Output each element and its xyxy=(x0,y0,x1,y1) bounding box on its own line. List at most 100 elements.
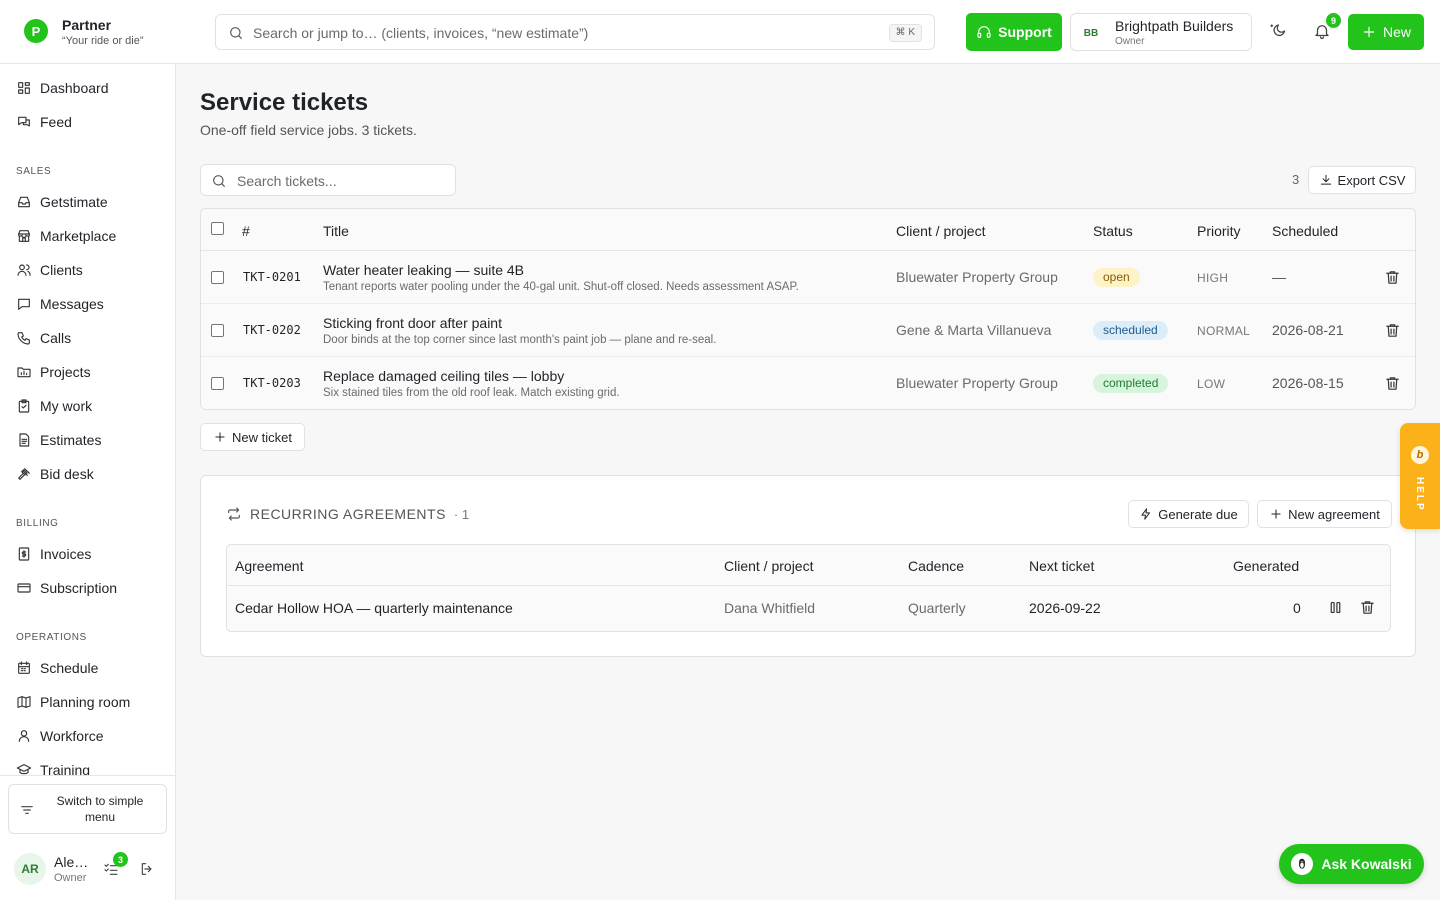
select-all-checkbox[interactable] xyxy=(211,222,224,235)
table-row[interactable]: TKT-0201 Water heater leaking — suite 4B… xyxy=(201,251,1415,304)
logout-button[interactable] xyxy=(139,861,155,877)
lightning-icon xyxy=(1141,508,1151,520)
sidebar-item-clients[interactable]: Clients xyxy=(16,257,83,283)
map-icon xyxy=(17,696,31,708)
sidebar-section-billing: BILLING xyxy=(16,518,59,529)
sidebar-section-operations: OPERATIONS xyxy=(16,632,87,643)
sidebar-item-feed[interactable]: Feed xyxy=(16,109,72,135)
pause-agreement-button[interactable] xyxy=(1327,599,1344,616)
ask-kowalski-button[interactable]: Ask Kowalski xyxy=(1279,844,1424,884)
sidebar-item-schedule[interactable]: Schedule xyxy=(16,655,98,681)
app-tagline: “Your ride or die” xyxy=(62,35,144,47)
delete-agreement-button[interactable] xyxy=(1359,599,1376,616)
delete-ticket-button[interactable] xyxy=(1384,375,1401,392)
tickets-table-header: # Title Client / project Status Priority… xyxy=(201,209,1415,251)
column-header-client[interactable]: Client / project xyxy=(896,223,985,239)
global-search-input[interactable]: Search or jump to… (clients, invoices, “… xyxy=(215,14,935,50)
column-header-next-ticket[interactable]: Next ticket xyxy=(1029,558,1094,574)
column-header-agreement[interactable]: Agreement xyxy=(235,558,303,574)
credit-card-icon xyxy=(17,583,31,593)
organization-switcher[interactable]: BB Brightpath Builders Owner xyxy=(1070,13,1252,51)
table-row[interactable]: TKT-0202 Sticking front door after paint… xyxy=(201,304,1415,357)
column-header-generated[interactable]: Generated xyxy=(1233,558,1299,574)
org-role: Owner xyxy=(1115,36,1145,47)
recurring-agreements-panel: RECURRING AGREEMENTS · 1 Generate due Ne… xyxy=(200,475,1416,657)
status-badge: scheduled xyxy=(1093,321,1168,340)
row-checkbox[interactable] xyxy=(211,271,224,284)
calendar-icon xyxy=(18,661,30,674)
sidebar-item-label: Planning room xyxy=(40,694,131,710)
sidebar-item-label: Bid desk xyxy=(40,466,94,482)
sidebar-footer: Switch to simple menu AR Ale… Owner 3 xyxy=(0,775,175,900)
sidebar-item-projects[interactable]: Projects xyxy=(16,359,91,385)
sidebar-item-label: Dashboard xyxy=(40,80,109,96)
generate-due-button[interactable]: Generate due xyxy=(1128,500,1249,528)
sidebar-item-label: Clients xyxy=(40,262,83,278)
trash-icon xyxy=(1386,324,1399,337)
trash-icon xyxy=(1361,601,1374,614)
agreement-cadence: Quarterly xyxy=(908,600,966,616)
column-header-scheduled[interactable]: Scheduled xyxy=(1272,223,1338,239)
switch-simple-menu-button[interactable]: Switch to simple menu xyxy=(8,784,167,834)
row-checkbox[interactable] xyxy=(211,324,224,337)
global-search-placeholder: Search or jump to… (clients, invoices, “… xyxy=(253,25,589,41)
ticket-search-input[interactable]: Search tickets... xyxy=(200,164,456,196)
column-header-id[interactable]: # xyxy=(242,223,250,239)
sidebar-item-label: Projects xyxy=(40,364,91,380)
theme-toggle-button[interactable] xyxy=(1268,22,1286,40)
sidebar-item-estimates[interactable]: Estimates xyxy=(16,427,101,453)
ticket-title[interactable]: Replace damaged ceiling tiles — lobby xyxy=(323,368,564,384)
ticket-title[interactable]: Sticking front door after paint xyxy=(323,315,502,331)
sidebar-item-messages[interactable]: Messages xyxy=(16,291,104,317)
ticket-title[interactable]: Water heater leaking — suite 4B xyxy=(323,262,524,278)
column-header-title[interactable]: Title xyxy=(323,223,349,239)
user-avatar[interactable]: AR xyxy=(14,853,46,885)
scheduled-date: — xyxy=(1272,269,1286,285)
sidebar-item-my-work[interactable]: My work xyxy=(16,393,92,419)
new-label: New xyxy=(1382,24,1411,40)
sidebar-item-dashboard[interactable]: Dashboard xyxy=(16,75,109,101)
delete-ticket-button[interactable] xyxy=(1384,269,1401,286)
search-shortcut-hint: ⌘ K xyxy=(888,24,922,42)
app-logo[interactable]: P xyxy=(24,19,48,43)
sidebar-item-workforce[interactable]: Workforce xyxy=(16,723,104,749)
priority-label: NORMAL xyxy=(1197,324,1251,338)
sidebar-item-getstimate[interactable]: Getstimate xyxy=(16,189,108,215)
column-header-status[interactable]: Status xyxy=(1093,223,1133,239)
recurring-agreements-count: · 1 xyxy=(453,506,470,522)
search-icon xyxy=(213,175,225,187)
sidebar-item-marketplace[interactable]: Marketplace xyxy=(16,223,116,249)
row-checkbox[interactable] xyxy=(211,377,224,390)
column-header-cadence[interactable]: Cadence xyxy=(908,558,964,574)
export-csv-label: Export CSV xyxy=(1337,172,1406,188)
plus-icon xyxy=(1271,509,1281,519)
switch-simple-menu-label: Switch to simple menu xyxy=(56,794,144,824)
user-name: Ale… xyxy=(54,854,89,870)
sidebar-item-subscription[interactable]: Subscription xyxy=(16,575,117,601)
sidebar-item-label: Calls xyxy=(40,330,72,346)
search-icon xyxy=(230,27,242,39)
support-button[interactable]: Support xyxy=(966,13,1062,51)
sidebar-item-bid-desk[interactable]: Bid desk xyxy=(16,461,94,487)
column-header-client[interactable]: Client / project xyxy=(724,558,813,574)
new-agreement-button[interactable]: New agreement xyxy=(1257,500,1392,528)
agreement-name[interactable]: Cedar Hollow HOA — quarterly maintenance xyxy=(235,600,513,616)
agreements-table: Agreement Client / project Cadence Next … xyxy=(226,544,1391,632)
sidebar-item-invoices[interactable]: Invoices xyxy=(16,541,91,567)
agreements-table-header: Agreement Client / project Cadence Next … xyxy=(227,545,1390,586)
pause-icon xyxy=(1330,601,1341,614)
sidebar-item-label: Messages xyxy=(40,296,104,312)
new-button[interactable]: New xyxy=(1348,14,1424,50)
table-row[interactable]: TKT-0203 Replace damaged ceiling tiles —… xyxy=(201,357,1415,409)
priority-label: LOW xyxy=(1197,377,1226,391)
sidebar-item-calls[interactable]: Calls xyxy=(16,325,71,351)
delete-ticket-button[interactable] xyxy=(1384,322,1401,339)
new-ticket-button[interactable]: New ticket xyxy=(200,423,305,451)
sidebar-item-planning-room[interactable]: Planning room xyxy=(16,689,130,715)
column-header-priority[interactable]: Priority xyxy=(1197,223,1241,239)
export-csv-button[interactable]: Export CSV xyxy=(1308,166,1416,194)
filter-lines-icon xyxy=(21,806,33,814)
help-tab[interactable]: b HELP xyxy=(1400,423,1440,529)
ticket-count: 3 xyxy=(1292,172,1300,187)
sidebar-item-label: Invoices xyxy=(40,546,92,562)
